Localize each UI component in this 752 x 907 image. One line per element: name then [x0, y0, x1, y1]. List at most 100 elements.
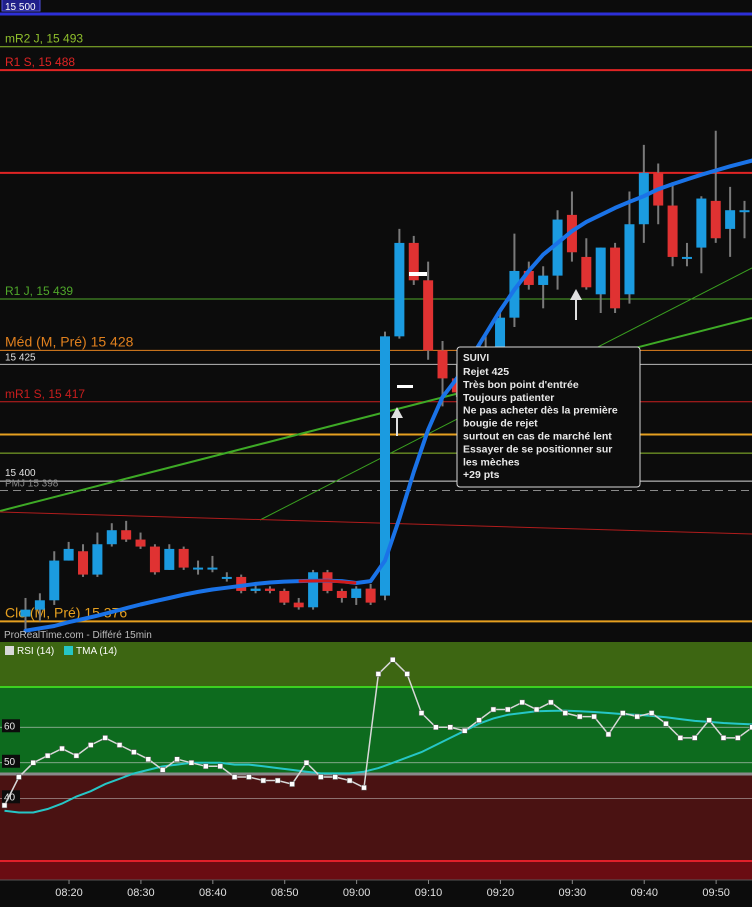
rsi-panel[interactable]: 605040 RSI (14) TMA (14)	[0, 642, 752, 880]
rsi-point	[274, 777, 281, 784]
rsi-point	[433, 724, 439, 731]
rsi-point	[620, 710, 626, 716]
rsi-point	[447, 724, 454, 731]
rsi-point	[318, 774, 324, 780]
rsi-point	[533, 706, 540, 713]
rsi-point	[174, 756, 180, 762]
rsi-point	[59, 745, 65, 752]
price-level-label: Méd (M, Pré) 15 428	[5, 333, 134, 349]
rsi-tick-label: 60	[4, 721, 16, 732]
candle-body	[394, 242, 405, 337]
candle-body	[696, 198, 707, 248]
candle-body	[581, 256, 592, 288]
time-tick-label: 08:20	[55, 887, 83, 899]
rsi-point	[131, 749, 137, 755]
candle-body	[595, 247, 606, 295]
rsi-point	[476, 717, 482, 723]
candle-body	[149, 546, 160, 573]
candle-body	[78, 551, 89, 575]
rsi-point	[1, 802, 8, 809]
annotation-line: bougie de rejet	[463, 418, 538, 430]
candle-body	[178, 548, 189, 568]
candle-body	[92, 544, 103, 575]
rsi-point	[73, 752, 80, 759]
candle-body	[710, 200, 721, 239]
candle-body	[624, 224, 635, 295]
price-level-label: PMJ 15 398	[5, 479, 59, 490]
legend-rsi-swatch	[5, 646, 14, 655]
rsi-point	[461, 728, 468, 734]
candle-body	[351, 588, 362, 598]
candle-body	[135, 539, 146, 547]
rsi-point	[735, 735, 741, 741]
candle-body	[336, 590, 347, 598]
rsi-oversold-zone	[0, 861, 752, 880]
time-tick-label: 09:10	[415, 887, 443, 899]
rsi-point	[289, 781, 295, 787]
rsi-point	[505, 706, 511, 713]
white-dash-marker	[397, 385, 413, 388]
candle-body	[308, 572, 319, 608]
candle-body	[221, 576, 232, 579]
candle-body	[164, 548, 175, 570]
time-axis: 08:20 08:30 08:40 08:50 09:00 09:10 09:20 09:30…	[0, 879, 752, 907]
candle-body	[193, 567, 204, 570]
price-level-label: R1 S, 15 488	[5, 55, 75, 69]
time-tick-label: 08:50	[271, 887, 299, 899]
rsi-point	[720, 735, 727, 741]
rsi-point	[706, 717, 712, 723]
price-level-label: mR1 S, 15 417	[5, 387, 85, 401]
annotation-line: Ne pas acheter dès la première	[463, 405, 618, 417]
price-level-label: mR2 J, 15 493	[5, 32, 83, 46]
price-panel[interactable]: 15 500 mR2 J, 15 493 R1 S, 15 488 R1 J, 15 …	[0, 0, 752, 641]
candle-body	[279, 590, 290, 603]
white-dash-marker	[409, 272, 427, 276]
time-tick-label: 08:30	[127, 887, 155, 899]
rsi-point	[116, 742, 123, 748]
candle-body	[437, 350, 448, 379]
candle-body	[34, 600, 45, 610]
annotation-line: +29 pts	[463, 469, 500, 481]
rsi-point	[145, 756, 152, 762]
rsi-point	[260, 777, 267, 784]
candle-body	[681, 256, 692, 259]
candle-body	[49, 560, 60, 601]
rsi-point	[303, 760, 310, 766]
rsi-point	[332, 774, 338, 780]
time-tick-label: 09:30	[559, 887, 587, 899]
candle-body	[207, 567, 218, 570]
time-tick-label: 08:40	[199, 887, 227, 899]
price-level-label: 15 500	[5, 2, 36, 13]
candle-body	[63, 548, 74, 561]
rsi-point	[576, 713, 583, 720]
rsi-point	[418, 710, 425, 716]
rsi-point	[490, 706, 497, 713]
candle-body	[20, 609, 31, 617]
time-tick-label: 09:40	[630, 887, 658, 899]
rsi-point	[30, 760, 37, 766]
time-tick-label: 09:50	[702, 887, 730, 899]
rsi-point	[548, 699, 554, 706]
candle-body	[264, 588, 275, 591]
rsi-point	[519, 699, 525, 706]
annotation-line: les mèches	[463, 456, 520, 468]
rsi-tick-label: 50	[4, 757, 16, 768]
rsi-point	[390, 657, 396, 663]
legend-rsi-label[interactable]: RSI (14)	[17, 646, 54, 657]
rsi-point	[188, 760, 195, 766]
rsi-point	[361, 784, 367, 791]
candle-body	[106, 530, 117, 545]
candle-body	[538, 275, 549, 285]
annotation-line: Toujours patienter	[463, 392, 554, 404]
candle-body	[293, 602, 304, 608]
annotation-line: Très bon point d'entrée	[463, 379, 579, 391]
candle-body	[667, 205, 678, 257]
legend-tma-label[interactable]: TMA (14)	[76, 646, 117, 657]
candle-body	[423, 280, 434, 351]
legend-tma-swatch	[64, 646, 73, 655]
rsi-point	[346, 777, 353, 784]
price-level-label: R1 J, 15 439	[5, 284, 73, 298]
chart[interactable]: 15 500 mR2 J, 15 493 R1 S, 15 488 R1 J, 15 …	[0, 0, 752, 907]
watermark: ProRealTime.com - Différé 15min	[4, 630, 152, 641]
rsi-point	[102, 735, 108, 741]
